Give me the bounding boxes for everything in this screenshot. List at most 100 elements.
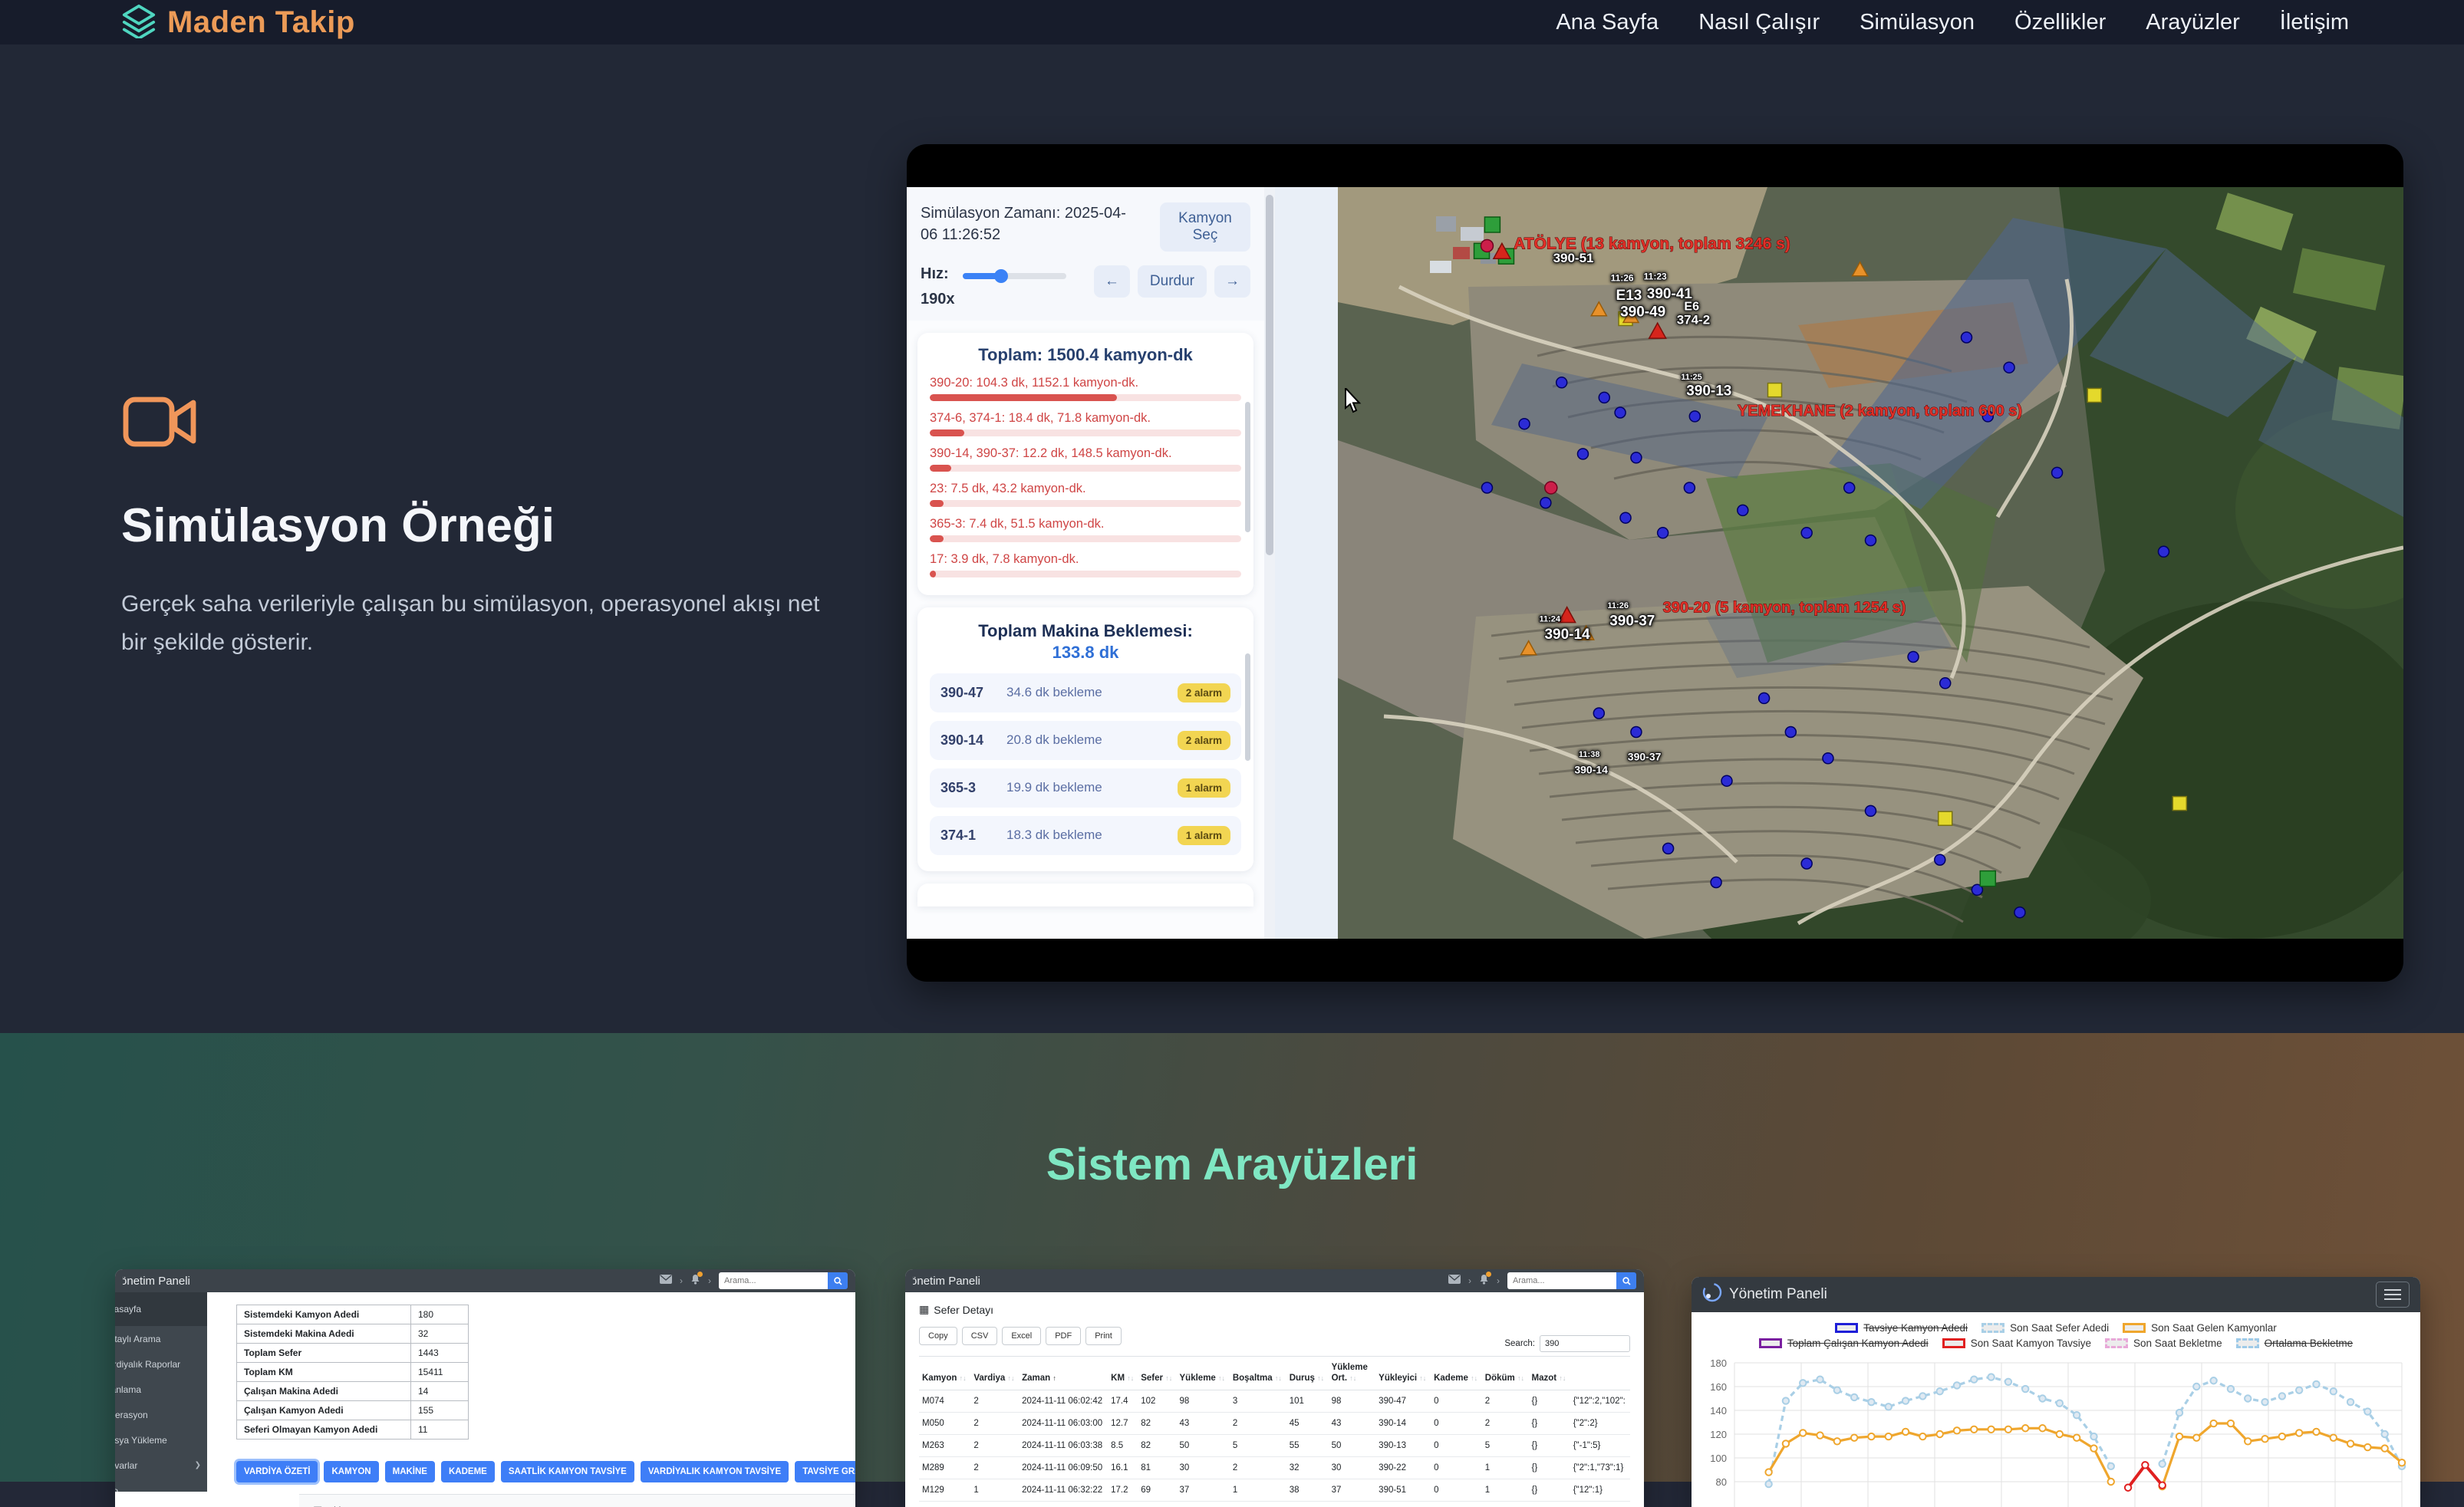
alert-marker[interactable] — [1545, 482, 1557, 494]
truck-marker[interactable] — [2014, 907, 2025, 918]
column-header[interactable]: Boşaltma ↑↓ — [1230, 1357, 1286, 1390]
table-row[interactable]: M05022024-11-11 06:03:0012.7824324543390… — [919, 1412, 1630, 1434]
nav-item-4[interactable]: Özellikler — [2014, 10, 2106, 35]
column-header[interactable]: Zaman ↑ — [1019, 1357, 1108, 1390]
excavator-marker[interactable] — [2087, 388, 2101, 402]
truck-marker[interactable] — [1577, 449, 1588, 459]
menu-toggle-button[interactable] — [2376, 1282, 2410, 1308]
truck-marker[interactable] — [1935, 854, 1945, 865]
equipment-marker[interactable] — [1980, 871, 1995, 887]
sidebar-item-3[interactable]: Vardiyalık Raporlar — [115, 1351, 207, 1377]
legend-item[interactable]: Ortalama Bekletme — [2236, 1338, 2354, 1349]
truck-marker[interactable] — [1658, 528, 1668, 538]
legend-item[interactable]: Son Saat Bekletme — [2105, 1338, 2222, 1349]
tab-button-3[interactable]: MAKİNE — [385, 1461, 435, 1482]
nav-item-1[interactable]: Ana Sayfa — [1556, 10, 1659, 35]
tab-button-1[interactable]: VARDİYA ÖZETİ — [236, 1461, 318, 1482]
step-forward-button[interactable]: → — [1214, 265, 1250, 298]
truck-marker[interactable] — [1940, 678, 1951, 689]
truck-marker[interactable] — [1631, 452, 1642, 463]
sidebar-item-6[interactable]: Dosya Yükleme — [115, 1427, 207, 1453]
excavator-marker[interactable] — [1767, 383, 1781, 397]
sidebar-item-4[interactable]: Planlama — [115, 1377, 207, 1402]
truck-marker[interactable] — [1481, 482, 1492, 493]
truck-marker[interactable] — [1540, 498, 1551, 508]
table-row[interactable]: M12912024-11-11 06:32:2217.2693713837390… — [919, 1479, 1630, 1501]
truck-marker[interactable] — [1689, 411, 1700, 422]
truck-marker[interactable] — [1738, 505, 1748, 515]
legend-item[interactable]: Tavsiye Kamyon Adedi — [1835, 1322, 1968, 1334]
truck-marker[interactable] — [1801, 528, 1812, 538]
column-header[interactable]: Mazot ↑↓ — [1529, 1357, 1570, 1390]
truck-marker[interactable] — [1721, 775, 1732, 786]
truck-marker[interactable] — [1620, 512, 1631, 523]
table-row[interactable]: M07422024-11-11 06:02:4217.4102983101983… — [919, 1390, 1630, 1412]
search-button[interactable] — [1616, 1272, 1636, 1289]
column-header[interactable]: Kademe ↑↓ — [1431, 1357, 1482, 1390]
tab-button-5[interactable]: SAATLİK KAMYON TAVSİYE — [501, 1461, 634, 1482]
brand[interactable]: Maden Takip — [121, 3, 355, 42]
truck-marker[interactable] — [1615, 407, 1626, 418]
export-copy-button[interactable]: Copy — [919, 1327, 957, 1345]
excavator-marker[interactable] — [2172, 797, 2186, 811]
legend-item[interactable]: Son Saat Gelen Kamyonlar — [2123, 1322, 2277, 1334]
truck-marker[interactable] — [1593, 708, 1604, 719]
truck-marker[interactable] — [1866, 535, 1876, 546]
nav-item-3[interactable]: Simülasyon — [1860, 10, 1975, 35]
truck-marker[interactable] — [2004, 362, 2014, 373]
truck-marker[interactable] — [1823, 753, 1833, 764]
mail-icon[interactable] — [660, 1274, 672, 1288]
sidebar-item-5[interactable]: Operasyon — [115, 1402, 207, 1427]
tab-button-6[interactable]: VARDİYALIK KAMYON TAVSİYE — [641, 1461, 789, 1482]
sidebar-item-7[interactable]: Duvarlar❯ — [115, 1453, 207, 1478]
column-header[interactable]: Yükleme ↑↓ — [1177, 1357, 1230, 1390]
tab-button-2[interactable]: KAMYON — [324, 1461, 378, 1482]
nav-item-2[interactable]: Nasıl Çalışır — [1698, 10, 1820, 35]
equipment-marker[interactable] — [1484, 217, 1500, 232]
truck-marker[interactable] — [1759, 693, 1770, 703]
alert-marker[interactable] — [1481, 239, 1493, 252]
column-header[interactable]: Duruş ↑↓ — [1286, 1357, 1329, 1390]
truck-marker[interactable] — [1684, 482, 1695, 493]
truck-marker[interactable] — [1962, 332, 1972, 343]
truck-marker[interactable] — [1663, 843, 1674, 854]
truck-marker[interactable] — [1519, 419, 1530, 429]
column-header[interactable] — [1570, 1357, 1630, 1390]
sidebar-item-2[interactable]: Detaylı Arama — [115, 1326, 207, 1351]
legend-item[interactable]: Son Saat Sefer Adedi — [1981, 1322, 2109, 1334]
truck-marker[interactable] — [1908, 652, 1919, 663]
nav-item-5[interactable]: Arayüzler — [2146, 10, 2240, 35]
select-truck-button[interactable]: Kamyon Seç — [1160, 202, 1250, 252]
mail-icon[interactable] — [1448, 1274, 1461, 1288]
slider-knob[interactable] — [994, 269, 1008, 283]
card-scrollbar[interactable] — [1245, 653, 1250, 761]
stop-button[interactable]: Durdur — [1138, 265, 1207, 298]
column-header[interactable]: Döküm ↑↓ — [1482, 1357, 1529, 1390]
tab-button-7[interactable]: TAVSİYE GRAFİĞİ — [795, 1461, 855, 1482]
search-button[interactable] — [828, 1272, 848, 1289]
column-header[interactable]: Vardiya ↑↓ — [970, 1357, 1019, 1390]
table-row[interactable]: M26322024-11-11 06:03:388.5825055550390-… — [919, 1434, 1630, 1456]
tab-button-4[interactable]: KADEME — [441, 1461, 495, 1482]
bell-icon[interactable] — [1479, 1274, 1489, 1288]
bell-icon[interactable] — [690, 1274, 700, 1288]
truck-marker[interactable] — [1711, 877, 1721, 888]
mine-satellite-map[interactable]: 390-5111:2611:23E13390-41390-49E6374-211… — [1338, 187, 2403, 939]
dashboard-search-input[interactable] — [719, 1272, 828, 1289]
export-excel-button[interactable]: Excel — [1002, 1327, 1041, 1345]
truck-marker[interactable] — [1631, 727, 1642, 738]
truck-marker[interactable] — [1556, 377, 1567, 388]
sidebar-item-1[interactable]: Anasayfa — [115, 1292, 207, 1326]
truck-marker[interactable] — [1785, 727, 1796, 738]
export-pdf-button[interactable]: PDF — [1046, 1327, 1081, 1345]
export-csv-button[interactable]: CSV — [962, 1327, 998, 1345]
excavator-marker[interactable] — [1939, 811, 1952, 825]
column-header[interactable]: Yükleyici ↑↓ — [1375, 1357, 1431, 1390]
speed-slider[interactable] — [963, 273, 1066, 279]
panel-scrollbar[interactable] — [1264, 187, 1275, 939]
line-chart[interactable]: 18016014012010080 — [1696, 1354, 2410, 1507]
truck-marker[interactable] — [2158, 546, 2169, 557]
truck-marker[interactable] — [1801, 858, 1812, 869]
card-scrollbar[interactable] — [1245, 402, 1250, 532]
dashboard-search-input[interactable] — [1507, 1272, 1616, 1289]
